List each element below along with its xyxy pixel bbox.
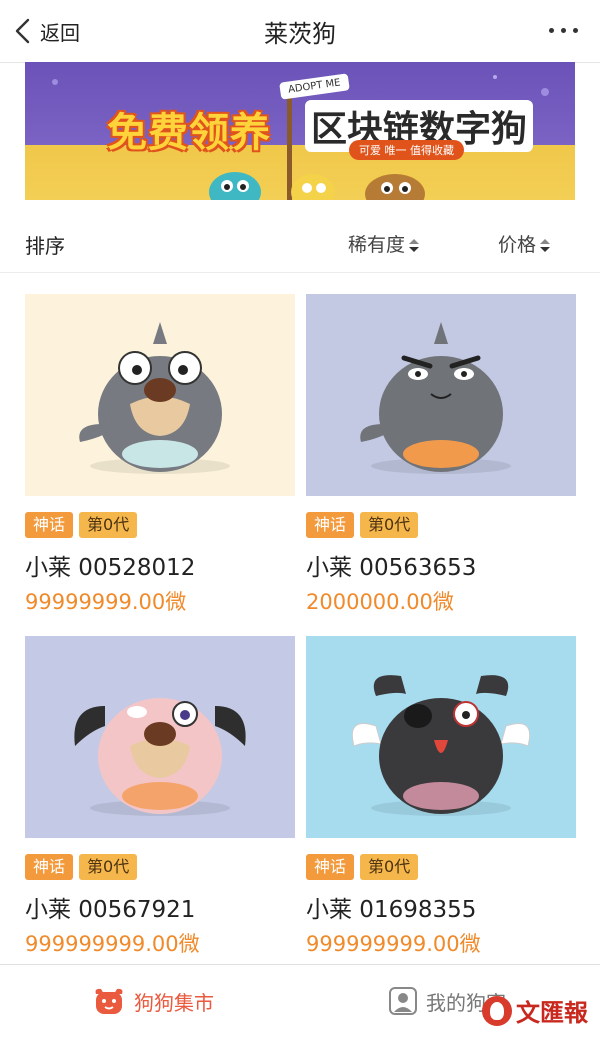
watermark-logo-icon xyxy=(482,995,512,1026)
dog-price: 2000000.00微 xyxy=(306,590,454,614)
sort-arrows-icon xyxy=(409,238,420,253)
more-dots-icon[interactable] xyxy=(538,20,578,40)
generation-tag: 第0代 xyxy=(360,854,419,880)
card-tags: 神话 第0代 xyxy=(25,854,138,880)
generation-tag: 第0代 xyxy=(360,512,419,538)
dog-image xyxy=(25,294,295,496)
page-title: 莱茨狗 xyxy=(264,20,336,48)
dog-image xyxy=(306,294,576,496)
sort-by-price[interactable]: 价格 xyxy=(498,230,551,257)
top-bar: 返回 莱茨狗 xyxy=(0,0,600,63)
dog-card[interactable]: 神话 第0代 小莱 00567921 999999999.00微 xyxy=(25,636,295,956)
generation-tag: 第0代 xyxy=(79,512,138,538)
banner-title-free-adopt: 免费领养 xyxy=(107,110,271,156)
nav-dog-market[interactable]: 狗狗集市 xyxy=(92,983,214,1019)
dog-card[interactable]: 神话 第0代 小莱 00528012 99999999.00微 xyxy=(25,294,295,614)
dog-image xyxy=(25,636,295,838)
dog-price: 999999999.00微 xyxy=(25,932,200,956)
dog-price: 99999999.00微 xyxy=(25,590,187,614)
card-tags: 神话 第0代 xyxy=(306,854,419,880)
dog-face-icon xyxy=(95,988,123,1014)
dog-image xyxy=(306,636,576,838)
watermark-text: 文匯報 xyxy=(516,998,588,1027)
dog-card[interactable]: 神话 第0代 小莱 01698355 999999999.00微 xyxy=(306,636,576,956)
sort-price-label: 价格 xyxy=(498,234,537,256)
rarity-tag: 神话 xyxy=(25,854,74,880)
dog-name: 小莱 00567921 xyxy=(25,897,196,923)
rarity-tag: 神话 xyxy=(25,512,74,538)
rarity-tag: 神话 xyxy=(306,854,355,880)
sort-bar: 排序 稀有度 价格 xyxy=(0,216,600,273)
banner-tagline: 可爱 唯一 值得收藏 xyxy=(349,140,464,160)
sort-rarity-label: 稀有度 xyxy=(348,234,406,256)
newspaper-watermark: 文匯報 xyxy=(482,993,588,1028)
sort-by-rarity[interactable]: 稀有度 xyxy=(348,230,420,257)
nav-market-label: 狗狗集市 xyxy=(134,990,214,1015)
generation-tag: 第0代 xyxy=(79,854,138,880)
sort-label: 排序 xyxy=(25,234,65,258)
user-profile-icon xyxy=(389,987,417,1015)
dog-name: 小莱 00563653 xyxy=(306,555,477,581)
card-tags: 神话 第0代 xyxy=(306,512,419,538)
sort-arrows-icon xyxy=(540,238,551,253)
dog-name: 小莱 01698355 xyxy=(306,897,477,923)
promo-banner[interactable]: ADOPT ME 免费领养 区块链数字狗 可爱 唯一 值得收藏 xyxy=(25,62,575,200)
dog-price: 999999999.00微 xyxy=(306,932,481,956)
rarity-tag: 神话 xyxy=(306,512,355,538)
dog-card[interactable]: 神话 第0代 小莱 00563653 2000000.00微 xyxy=(306,294,576,614)
dog-name: 小莱 00528012 xyxy=(25,555,196,581)
card-tags: 神话 第0代 xyxy=(25,512,138,538)
